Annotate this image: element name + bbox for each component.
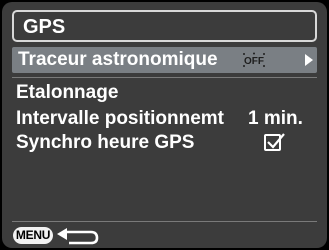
interval-value: 1 min. <box>248 108 303 129</box>
camera-menu-screen: GPS Traceur astronomique OFF Etalonnage … <box>2 2 327 248</box>
menu-item-etalonnage[interactable]: Etalonnage <box>16 82 118 104</box>
divider <box>12 221 317 222</box>
menu-item-label: Traceur astronomique <box>18 49 218 70</box>
menu-item-label: Intervalle positionnemt <box>16 108 224 129</box>
page-title: GPS <box>23 16 66 38</box>
synchro-checkbox[interactable] <box>264 133 285 151</box>
chevron-right-icon <box>305 54 313 66</box>
off-icon: OFF <box>243 52 265 67</box>
checkmark-icon <box>267 133 285 149</box>
menu-item-label: Etalonnage <box>16 82 119 103</box>
menu-item-intervalle-positionnemt[interactable]: Intervalle positionnemt <box>16 108 224 130</box>
menu-item-synchro-heure-gps[interactable]: Synchro heure GPS <box>16 132 194 154</box>
title-bar: GPS <box>12 10 317 42</box>
divider <box>12 77 317 78</box>
bottom-bar: MENU <box>2 224 327 248</box>
menu-button[interactable]: MENU <box>13 227 53 244</box>
menu-item-traceur-astronomique[interactable]: Traceur astronomique OFF <box>12 47 317 73</box>
menu-item-label: Synchro heure GPS <box>16 132 195 153</box>
svg-text:OFF: OFF <box>244 56 264 67</box>
return-arrow-icon[interactable] <box>55 227 101 245</box>
